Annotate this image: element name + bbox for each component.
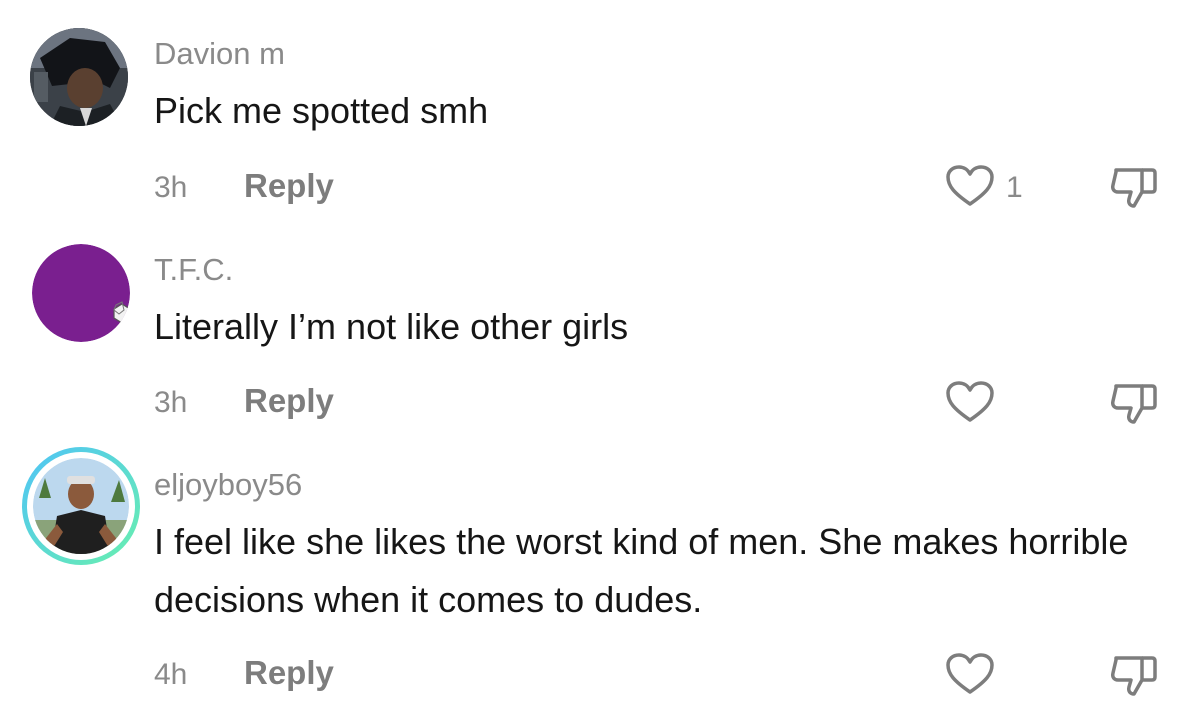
reply-button[interactable]: Reply (244, 383, 334, 419)
thumbs-down-icon (1111, 656, 1157, 696)
comment-text: Pick me spotted smh (154, 90, 489, 131)
avatar[interactable] (30, 28, 128, 126)
comment-timestamp: 3h (154, 171, 188, 204)
dislike-button[interactable] (1108, 650, 1160, 698)
comment-username[interactable]: T.F.C. (154, 252, 233, 288)
comment-item: Davion m Pick me spotted smh 3h Reply 1 (0, 0, 1200, 230)
heart-outline-icon (946, 653, 994, 694)
comment-timestamp: 3h (154, 386, 188, 419)
like-button[interactable] (944, 164, 996, 208)
like-button[interactable] (944, 380, 996, 424)
comment-item: T.F.C. Literally I’m not like other girl… (0, 230, 1200, 445)
reply-button[interactable]: Reply (244, 655, 334, 691)
avatar[interactable] (32, 244, 130, 342)
heart-outline-icon (946, 165, 994, 206)
comment-username[interactable]: Davion m (154, 36, 285, 72)
avatar[interactable] (22, 447, 140, 565)
dislike-button[interactable] (1108, 162, 1160, 210)
comment-text: Literally I’m not like other girls (154, 306, 629, 347)
comment-text: I feel like she likes the worst kind of … (154, 521, 1129, 620)
comment-timestamp: 4h (154, 658, 188, 691)
purple-avatar-with-dice-icon (32, 244, 130, 342)
comment-username[interactable]: eljoyboy56 (154, 467, 302, 503)
reply-button[interactable]: Reply (244, 168, 334, 204)
thumbs-down-icon (1111, 168, 1157, 208)
anime-character-avatar-icon (30, 28, 128, 126)
heart-outline-icon (946, 381, 994, 422)
comment-item: eljoyboy56 I feel like she likes the wor… (0, 445, 1200, 707)
thumbs-down-icon (1111, 384, 1157, 424)
photo-avatar-icon (33, 458, 129, 554)
like-count: 1 (1006, 171, 1023, 204)
like-button[interactable] (944, 652, 996, 696)
dislike-button[interactable] (1108, 378, 1160, 426)
